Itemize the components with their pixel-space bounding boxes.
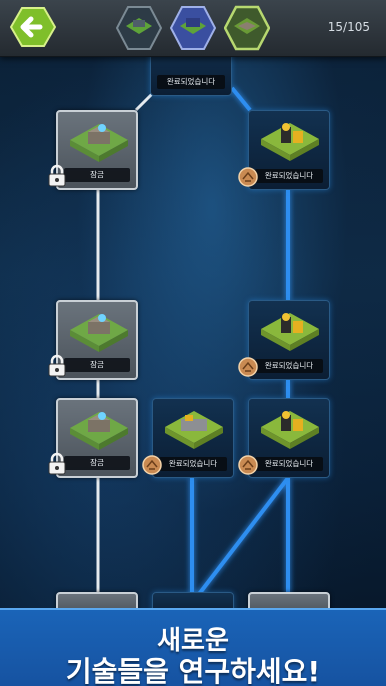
padlock-icon	[48, 354, 66, 377]
completion-medal-icon	[238, 455, 258, 475]
node-status-label: 완료되었습니다	[255, 169, 323, 183]
generator-building-icon	[261, 123, 319, 161]
tab-road[interactable]	[224, 4, 270, 52]
tab-factory[interactable]	[170, 4, 216, 52]
tech-node-completed[interactable]: 완료되었습니다	[238, 300, 330, 380]
tech-node-completed[interactable]: 완료되었습니다	[142, 398, 234, 478]
node-status-label: 완료되었습니다	[255, 359, 323, 373]
node-status-label: 잠금	[64, 358, 130, 372]
tech-node-locked[interactable]: 잠금	[48, 398, 138, 478]
node-status-label: 완료되었습니다	[159, 457, 227, 471]
node-status-label: 잠금	[64, 168, 130, 182]
generator-building-icon	[261, 313, 319, 351]
completion-medal-icon	[142, 455, 162, 475]
factory-building-icon	[186, 18, 200, 27]
generator-building-icon	[261, 411, 319, 449]
padlock-icon	[48, 452, 66, 475]
node-status-label: 잠금	[64, 456, 130, 470]
tech-node-completed[interactable]: 완료되었습니다	[238, 110, 330, 190]
node-status-label: 완료되었습니다	[157, 75, 225, 89]
tech-node-locked[interactable]: 잠금	[48, 110, 138, 190]
tech-tree-screen: 완료되었습니다 잠금 완료되었습니다 잠금 완료되었습니다 잠금 완료되었습니다…	[0, 0, 386, 686]
hangar-building-icon	[165, 411, 223, 449]
research-progress-counter: 15/105	[327, 20, 370, 34]
top-bar: 15/105	[0, 0, 386, 57]
barracks-building-icon	[70, 314, 128, 352]
back-button[interactable]	[10, 6, 56, 48]
banner-line-2: 기술들을 연구하세요!	[65, 655, 321, 686]
military-building-icon	[133, 20, 145, 27]
tech-node-locked[interactable]: 잠금	[48, 300, 138, 380]
node-status-label: 완료되었습니다	[255, 457, 323, 471]
tab-military[interactable]	[116, 4, 162, 52]
completion-medal-icon	[238, 357, 258, 377]
completion-medal-icon	[238, 167, 258, 187]
tech-node-completed[interactable]: 완료되었습니다	[238, 398, 330, 478]
barracks-building-icon	[70, 412, 128, 450]
promo-banner: 새로운 기술들을 연구하세요!	[0, 608, 386, 686]
padlock-icon	[48, 164, 66, 187]
barracks-building-icon	[70, 124, 128, 162]
